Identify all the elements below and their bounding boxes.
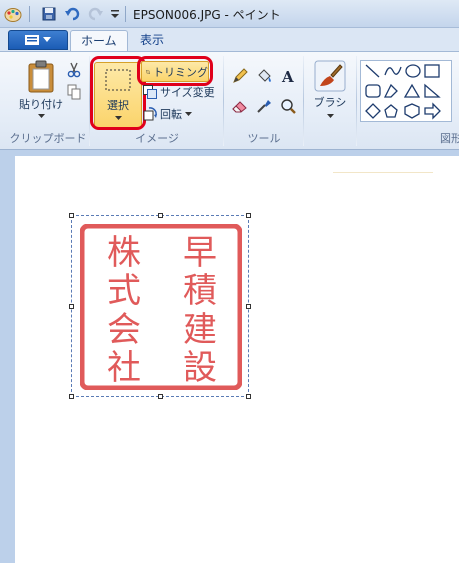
- file-menu-button[interactable]: [8, 30, 68, 50]
- paste-button[interactable]: 貼り付け: [16, 60, 66, 118]
- cut-icon[interactable]: [64, 60, 84, 80]
- group-separator: [303, 56, 304, 146]
- file-menu-icon: [25, 35, 39, 45]
- drawing-canvas[interactable]: 早 積 建 設 株 式 会 社: [15, 156, 459, 563]
- brush-label: ブラシ: [313, 96, 347, 109]
- company-seal-stamp: 早 積 建 設 株 式 会 社: [80, 224, 242, 390]
- chevron-down-icon: [43, 37, 51, 42]
- selection-rectangle[interactable]: 早 積 建 設 株 式 会 社: [69, 213, 251, 399]
- group-separator: [356, 56, 357, 146]
- clipboard-icon: [28, 60, 54, 93]
- clipboard-group-label: クリップボード: [9, 132, 87, 145]
- resize-button[interactable]: サイズ変更: [143, 82, 215, 102]
- magnifier-icon[interactable]: [278, 96, 298, 116]
- title-bar: EPSON006.JPG - ペイント: [0, 0, 459, 28]
- group-separator: [223, 56, 224, 146]
- seal-char-6: 式: [107, 271, 141, 311]
- eraser-icon[interactable]: [230, 96, 250, 116]
- rotate-icon: [143, 107, 157, 121]
- rotate-label: 回転: [160, 108, 182, 121]
- seal-char-1: 早: [183, 233, 217, 273]
- copy-icon[interactable]: [64, 82, 84, 102]
- canvas-artifact-line: [333, 172, 433, 173]
- seal-char-4: 設: [183, 348, 217, 388]
- paste-label: 貼り付け: [19, 98, 63, 111]
- customize-qat-icon[interactable]: [106, 5, 124, 23]
- shapes-group-label: 図形: [440, 132, 459, 145]
- tab-home[interactable]: ホーム: [70, 30, 128, 52]
- ribbon-tab-row: ホーム 表示: [0, 28, 459, 52]
- redo-icon[interactable]: [86, 5, 104, 23]
- pencil-icon[interactable]: [230, 66, 250, 86]
- paint-app-icon[interactable]: [4, 5, 22, 23]
- qat-separator: [125, 6, 126, 22]
- undo-icon[interactable]: [64, 5, 82, 23]
- resize-handle[interactable]: [158, 394, 163, 399]
- chevron-down-icon: [37, 114, 45, 118]
- seal-char-5: 株: [107, 233, 141, 273]
- resize-handle[interactable]: [69, 304, 74, 309]
- save-icon[interactable]: [40, 5, 58, 23]
- fill-bucket-icon[interactable]: [254, 66, 274, 86]
- seal-char-8: 社: [107, 348, 141, 388]
- resize-handle[interactable]: [69, 213, 74, 218]
- text-icon[interactable]: A: [278, 66, 298, 86]
- resize-handle[interactable]: [69, 394, 74, 399]
- resize-label: サイズ変更: [160, 86, 215, 99]
- shapes-gallery-icons: [365, 64, 441, 120]
- window-title: EPSON006.JPG - ペイント: [133, 8, 281, 22]
- rotate-button[interactable]: 回転: [143, 104, 192, 124]
- qat-separator: [29, 6, 30, 22]
- chevron-down-icon: [326, 114, 334, 118]
- resize-handle[interactable]: [246, 394, 251, 399]
- seal-char-2: 積: [183, 271, 217, 311]
- shapes-gallery[interactable]: [360, 60, 452, 122]
- color-picker-icon[interactable]: [254, 96, 274, 116]
- resize-icon: [143, 85, 157, 99]
- image-group-label: イメージ: [135, 132, 179, 145]
- seal-char-3: 建: [183, 310, 217, 350]
- svg-text:A: A: [281, 68, 294, 84]
- resize-handle[interactable]: [158, 213, 163, 218]
- chevron-down-icon: [185, 112, 192, 116]
- tab-view[interactable]: 表示: [130, 30, 174, 52]
- ribbon: 貼り付け クリップボード 選択 トリミング サイズ変更 回転 イメージ A ツー…: [0, 51, 459, 150]
- brush-button[interactable]: ブラシ: [306, 60, 354, 118]
- resize-handle[interactable]: [246, 213, 251, 218]
- seal-char-7: 会: [107, 310, 141, 350]
- brush-icon: [314, 60, 346, 92]
- resize-handle[interactable]: [246, 304, 251, 309]
- tools-group-label: ツール: [247, 132, 281, 145]
- canvas-area: 早 積 建 設 株 式 会 社: [0, 150, 459, 563]
